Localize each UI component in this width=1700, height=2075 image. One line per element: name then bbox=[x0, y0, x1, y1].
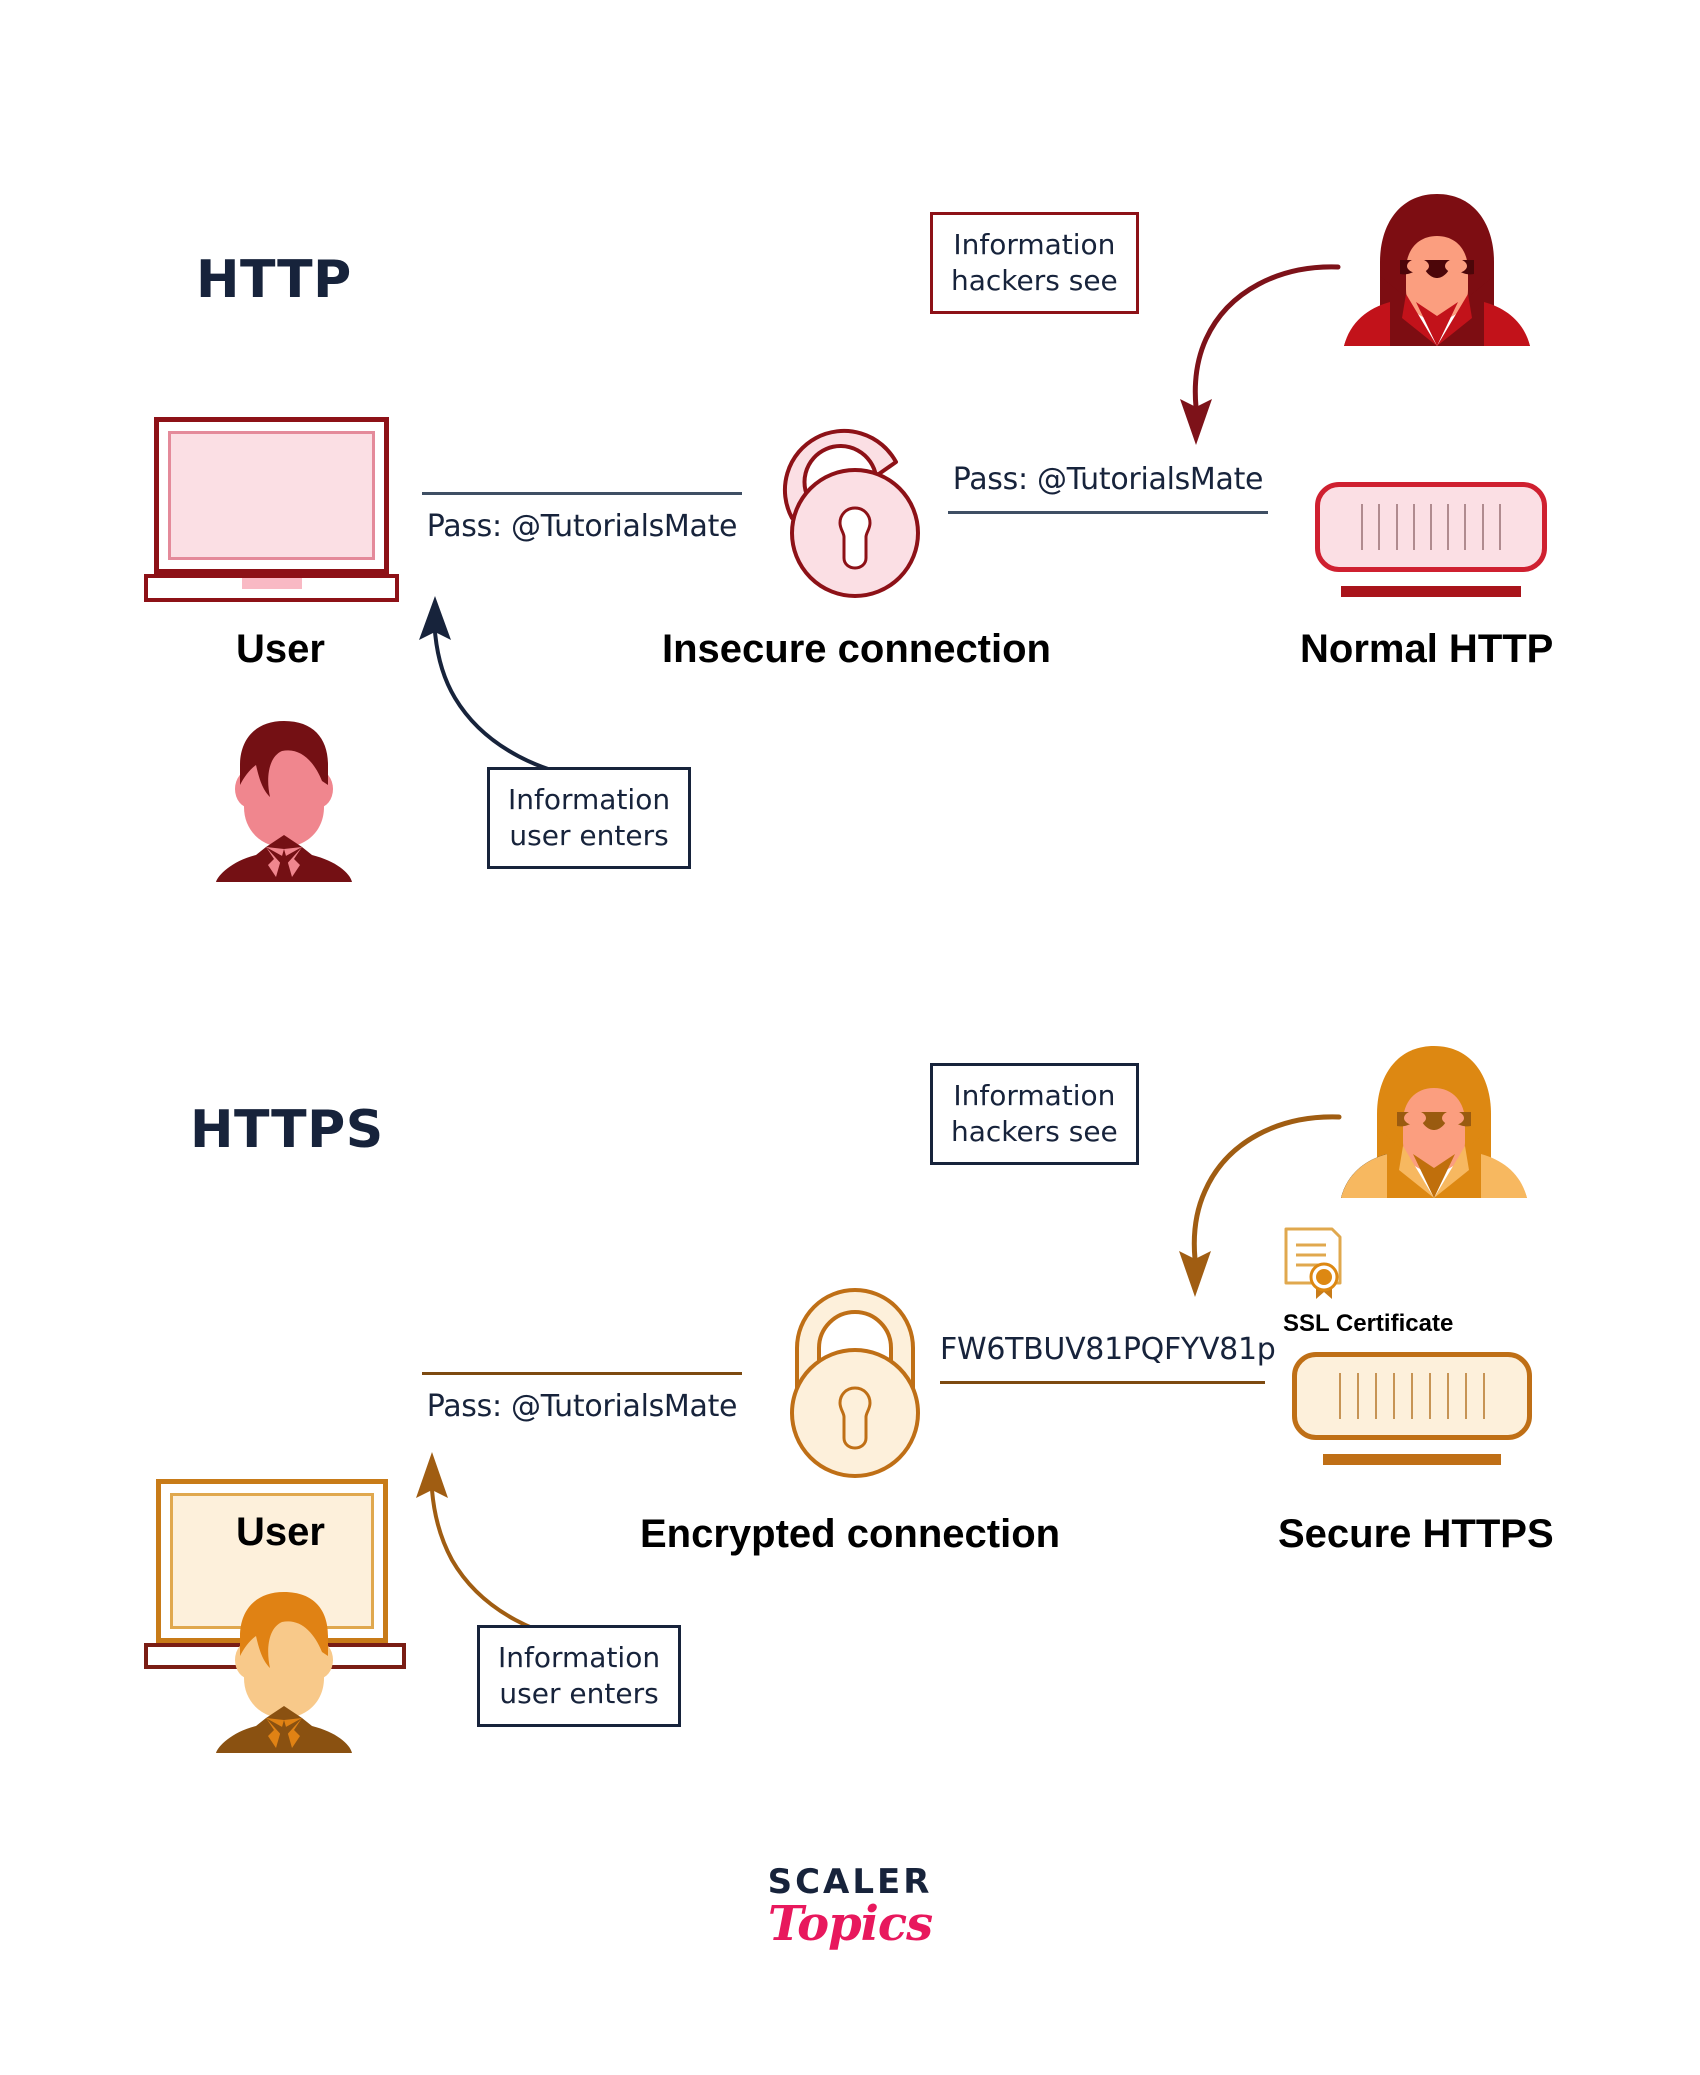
server-slot bbox=[1465, 1373, 1467, 1419]
curved-arrow-icon-user-http bbox=[355, 588, 615, 788]
ssl-certificate-icon bbox=[1282, 1225, 1348, 1303]
pass-text: Pass: @TutorialsMate bbox=[426, 1389, 738, 1424]
laptop-icon-http bbox=[144, 417, 399, 602]
curved-arrow-icon-hacker-http bbox=[1110, 255, 1350, 455]
closed-padlock-icon-https bbox=[760, 1278, 950, 1478]
pass-label-left-http: Pass: @TutorialsMate bbox=[422, 492, 742, 544]
hacker-icon-http bbox=[1328, 190, 1546, 350]
server-icon-http bbox=[1315, 482, 1547, 597]
callout-information-hackers-see-http: Information hackers see bbox=[930, 212, 1139, 314]
pass-rule bbox=[422, 1372, 742, 1375]
pass-text: Pass: @TutorialsMate bbox=[952, 462, 1264, 497]
user-label-https: User bbox=[236, 1510, 325, 1554]
server-slot bbox=[1361, 503, 1364, 551]
callout-line-1: Information bbox=[953, 228, 1116, 261]
laptop-lid bbox=[154, 417, 389, 574]
server-slot bbox=[1339, 1373, 1341, 1419]
user-avatar-icon-http bbox=[204, 707, 364, 882]
ssl-certificate-label: SSL Certificate bbox=[1283, 1310, 1454, 1337]
laptop-screen bbox=[168, 431, 375, 560]
server-slot bbox=[1498, 503, 1501, 551]
server-body bbox=[1292, 1352, 1532, 1440]
server-slot bbox=[1393, 1373, 1395, 1419]
callout-line-1: Information bbox=[953, 1079, 1116, 1112]
server-body bbox=[1315, 482, 1547, 572]
callout-line-2: hackers see bbox=[951, 1114, 1118, 1148]
curved-arrow-icon-user-https bbox=[352, 1442, 612, 1652]
server-slot bbox=[1429, 1373, 1431, 1419]
callout-line-1: Information bbox=[498, 1641, 661, 1674]
open-padlock-icon-http bbox=[760, 398, 950, 598]
pass-rule bbox=[422, 492, 742, 495]
server-foot bbox=[1341, 586, 1521, 597]
laptop-trackpad-notch bbox=[241, 578, 302, 589]
server-slot bbox=[1375, 1373, 1377, 1419]
server-slot bbox=[1395, 503, 1398, 551]
pass-rule bbox=[948, 511, 1268, 514]
pass-label-right-http: Pass: @TutorialsMate bbox=[948, 462, 1268, 514]
server-slot bbox=[1412, 503, 1415, 551]
server-slot bbox=[1411, 1373, 1413, 1419]
server-slot bbox=[1447, 1373, 1449, 1419]
section-title-https: HTTPS bbox=[190, 1100, 384, 1160]
pass-text: FW6TBUV81PQFYV81p bbox=[940, 1332, 1276, 1367]
server-slot bbox=[1483, 1373, 1485, 1419]
pass-text: Pass: @TutorialsMate bbox=[426, 509, 738, 544]
user-avatar-icon-https bbox=[204, 1578, 364, 1753]
server-slot bbox=[1464, 503, 1467, 551]
logo-product-text: Topics bbox=[767, 1896, 933, 1952]
pass-label-left-https: Pass: @TutorialsMate bbox=[422, 1372, 742, 1424]
server-slot bbox=[1429, 503, 1432, 551]
pass-rule bbox=[940, 1381, 1265, 1384]
pass-label-right-https: FW6TBUV81PQFYV81p bbox=[940, 1332, 1276, 1384]
server-label-https: Secure HTTPS bbox=[1278, 1512, 1554, 1556]
server-slot bbox=[1447, 503, 1450, 551]
server-slot bbox=[1481, 503, 1484, 551]
user-label-http: User bbox=[236, 627, 325, 671]
connection-label-https: Encrypted connection bbox=[640, 1512, 1061, 1556]
callout-information-user-enters-https: Information user enters bbox=[477, 1625, 682, 1727]
connection-label-http: Insecure connection bbox=[662, 627, 1051, 671]
server-icon-https bbox=[1292, 1352, 1532, 1465]
callout-line-1: Information bbox=[508, 783, 671, 816]
callout-line-2: user enters bbox=[499, 1676, 659, 1710]
hacker-icon-https bbox=[1325, 1042, 1543, 1202]
scaler-topics-logo: SCALER Topics bbox=[0, 1862, 1700, 1952]
server-slot bbox=[1378, 503, 1381, 551]
callout-information-user-enters-http: Information user enters bbox=[487, 767, 692, 869]
callout-line-2: hackers see bbox=[951, 263, 1118, 297]
server-foot bbox=[1323, 1454, 1501, 1465]
server-label-http: Normal HTTP bbox=[1300, 627, 1554, 671]
section-title-http: HTTP bbox=[196, 250, 352, 310]
callout-line-2: user enters bbox=[509, 818, 669, 852]
server-slot bbox=[1357, 1373, 1359, 1419]
